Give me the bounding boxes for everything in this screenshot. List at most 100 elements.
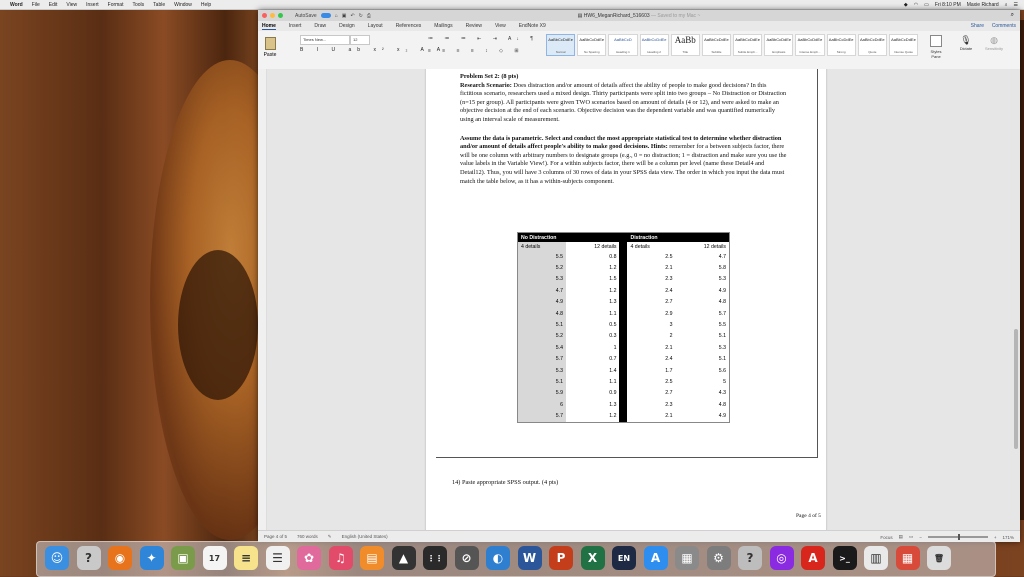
preview-icon[interactable]: ▣	[171, 546, 195, 570]
table-cell[interactable]: 1.2	[566, 285, 620, 297]
dictate-button[interactable]: 🎙 Dictate	[958, 35, 974, 59]
character-format-buttons[interactable]: B I U ab x² x₂ A A	[300, 47, 446, 53]
undo-icon[interactable]: ↶	[350, 13, 354, 19]
network-app-icon[interactable]: ◐	[486, 546, 510, 570]
style-tile[interactable]: AaBbCcDdEe Heading 2	[639, 34, 669, 56]
menu-window[interactable]: Window	[174, 2, 192, 8]
downloads-stack-icon[interactable]: ▥	[864, 546, 888, 570]
menu-app-name[interactable]: Word	[10, 2, 23, 8]
table-cell[interactable]: 2.9	[627, 307, 676, 320]
table-cell[interactable]: 2.5	[627, 251, 676, 263]
minimize-window-button[interactable]	[270, 13, 275, 18]
redo-icon[interactable]: ↻	[359, 13, 363, 19]
tab-mailings[interactable]: Mailings	[434, 23, 452, 29]
table-cell[interactable]: 5.9	[518, 387, 566, 400]
table-cell[interactable]: 4.3	[675, 387, 729, 400]
table-cell[interactable]: 4.7	[518, 285, 566, 297]
table-cell[interactable]: 2.7	[627, 296, 676, 308]
table-cell[interactable]: 4.8	[518, 307, 566, 320]
problem-text[interactable]: Problem Set 2: (8 pts) Research Scenario…	[460, 73, 790, 186]
tab-insert[interactable]: Insert	[289, 23, 302, 29]
table-cell[interactable]: 4.8	[675, 399, 729, 411]
finder-icon[interactable]: ☺	[45, 546, 69, 570]
table-cell[interactable]: 5.1	[675, 353, 729, 365]
menu-view[interactable]: View	[66, 2, 77, 8]
launchpad-icon[interactable]: ▲	[391, 546, 416, 570]
table-cell[interactable]: 5.2	[518, 262, 566, 274]
table-cell[interactable]: 6	[518, 399, 566, 411]
comments-button[interactable]: Comments	[992, 23, 1016, 29]
help-viewer-icon[interactable]: ?	[738, 546, 762, 570]
tab-layout[interactable]: Layout	[368, 23, 383, 29]
table-cell[interactable]: 5.8	[675, 262, 729, 274]
menu-help[interactable]: Help	[201, 2, 211, 8]
menu-user[interactable]: Maxie Richard	[967, 2, 999, 8]
blocked-app-icon[interactable]: ⊘	[454, 546, 479, 570]
vertical-scrollbar[interactable]	[1014, 329, 1018, 449]
table-cell[interactable]: 5	[675, 376, 729, 388]
style-tile[interactable]: AaBbCcDdEe No Spacing	[577, 34, 607, 56]
table-cell[interactable]: 5.3	[518, 273, 566, 286]
style-tile[interactable]: AaBbCcDdEe Emphasis	[764, 34, 794, 56]
table-cell[interactable]: 4.9	[675, 285, 729, 297]
notification-center-icon[interactable]: ☰	[1014, 2, 1018, 8]
table-cell[interactable]: 1.2	[566, 410, 620, 422]
table-cell[interactable]: 2.5	[627, 376, 676, 388]
zoom-slider[interactable]	[927, 534, 988, 540]
documents-stack-icon[interactable]: ▦	[895, 546, 920, 570]
share-button[interactable]: Share	[971, 23, 984, 29]
font-name-select[interactable]: Times New...	[300, 35, 350, 45]
siri-icon[interactable]: ◎	[769, 546, 794, 570]
table-cell[interactable]: 1.3	[566, 399, 620, 411]
style-tile[interactable]: AaBbCcDdEe Subtitle	[701, 34, 732, 56]
trash-icon[interactable]: 🗑	[927, 546, 951, 570]
zoom-in-icon[interactable]: +	[994, 535, 997, 540]
alignment-buttons[interactable]: ≡ ≡ ≡ ≡ ↕ ◇ ⊞	[428, 48, 524, 54]
table-cell[interactable]: 5.5	[675, 319, 729, 331]
terminal-icon[interactable]: >_	[832, 546, 857, 570]
style-tile[interactable]: AaBbCcDdEe Intense Quote	[888, 34, 919, 56]
grid-app-icon[interactable]: ⋮⋮	[423, 546, 447, 570]
paste-button[interactable]: Paste	[262, 35, 278, 61]
styles-pane-button[interactable]: Styles Pane	[926, 35, 946, 59]
tab-references[interactable]: References	[396, 23, 422, 29]
table-cell[interactable]: 0.9	[566, 387, 620, 400]
menu-edit[interactable]: Edit	[49, 2, 58, 8]
input-language-icon[interactable]: EN	[612, 546, 636, 570]
table-cell[interactable]: 4.9	[675, 410, 729, 422]
home-icon[interactable]: ⌂	[335, 13, 338, 19]
menu-file[interactable]: File	[32, 2, 40, 8]
print-icon[interactable]: ⎙	[367, 13, 371, 19]
tab-review[interactable]: Review	[466, 23, 482, 29]
focus-button[interactable]: Focus	[880, 535, 892, 540]
style-tile[interactable]: AaBb Title	[670, 34, 700, 56]
table-cell[interactable]: 2.4	[627, 285, 676, 297]
table-cell[interactable]: 4.7	[675, 251, 729, 263]
system-preferences-icon[interactable]: ⚙	[706, 546, 731, 570]
style-tile[interactable]: AaBbCcDdEe Normal	[546, 34, 576, 56]
table-cell[interactable]: 5.6	[675, 364, 729, 377]
menu-tools[interactable]: Tools	[132, 2, 144, 8]
table-cell[interactable]: 1.5	[566, 273, 620, 286]
menu-clock[interactable]: Fri 8:10 PM	[935, 2, 961, 8]
table-cell[interactable]: 5.7	[518, 353, 566, 365]
font-size-select[interactable]: 12	[350, 35, 370, 45]
language-status[interactable]: English (United States)	[342, 534, 388, 540]
table-cell[interactable]: 1.7	[627, 364, 676, 377]
style-tile[interactable]: AaBbCcDdEe Subtle Emph...	[733, 34, 763, 56]
table-cell[interactable]: 1.2	[566, 262, 620, 274]
menu-table[interactable]: Table	[153, 2, 165, 8]
table-cell[interactable]: 5.1	[518, 319, 566, 331]
sensitivity-button[interactable]: ◍ Sensitivity	[982, 35, 1006, 59]
tab-design[interactable]: Design	[339, 23, 355, 29]
word-count[interactable]: 760 words	[297, 534, 318, 540]
question-14[interactable]: 14) Paste appropriate SPSS output. (4 pt…	[452, 479, 558, 486]
table-cell[interactable]: 1.4	[566, 364, 620, 377]
table-cell[interactable]: 3	[627, 319, 676, 331]
table-cell[interactable]: 5.7	[675, 307, 729, 320]
style-tile[interactable]: AaBbCcD Heading 1	[608, 34, 638, 56]
safari-icon[interactable]: ✦	[139, 546, 164, 570]
table-cell[interactable]: 5.3	[518, 364, 566, 377]
table-cell[interactable]: 0.7	[566, 353, 620, 365]
table-cell[interactable]: 0.5	[566, 319, 620, 331]
